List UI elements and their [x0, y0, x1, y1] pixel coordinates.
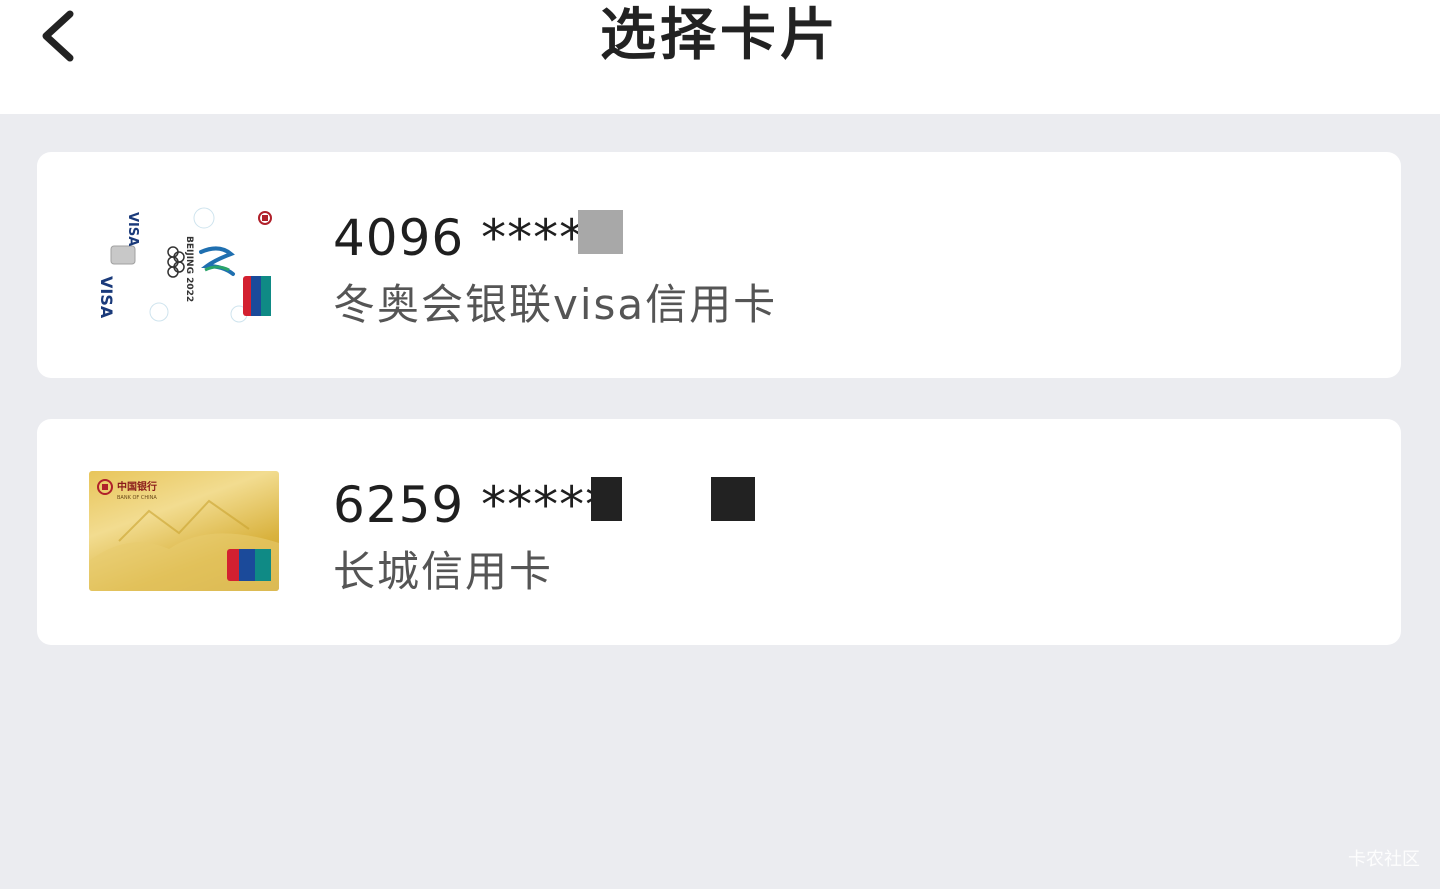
redaction-block	[711, 477, 755, 521]
card-number: 6259 *****	[333, 476, 612, 534]
redaction-block	[578, 210, 623, 254]
card-thumbnail-great-wall: 中国银行 BANK OF CHINA	[89, 471, 279, 591]
watermark: 卡农社区	[1348, 849, 1420, 870]
bank-name-text: 中国银行	[117, 480, 157, 493]
card-option-great-wall[interactable]: 中国银行 BANK OF CHINA 6259 ***** 长城信用卡	[37, 419, 1401, 645]
card-number: 4096 *****	[333, 209, 612, 267]
card-option-winter-olympics[interactable]: VISA VISA BEIJING 2022 4096 ***** 冬奥会银联v…	[37, 152, 1401, 378]
visa-logo-text: VISA	[125, 212, 140, 246]
visa-logo-text-2: VISA	[97, 276, 116, 319]
card-thumbnail-olympic: VISA VISA BEIJING 2022	[89, 204, 279, 324]
top-bar: 选择卡片	[0, 0, 1440, 114]
card-name: 冬奥会银联visa信用卡	[333, 280, 778, 329]
card-list: VISA VISA BEIJING 2022 4096 ***** 冬奥会银联v…	[37, 152, 1401, 645]
card-name: 长城信用卡	[333, 547, 554, 596]
bank-name-en-text: BANK OF CHINA	[117, 495, 157, 501]
page-title: 选择卡片	[600, 3, 840, 68]
beijing-2022-text: BEIJING 2022	[184, 236, 194, 302]
redaction-block	[591, 477, 622, 521]
